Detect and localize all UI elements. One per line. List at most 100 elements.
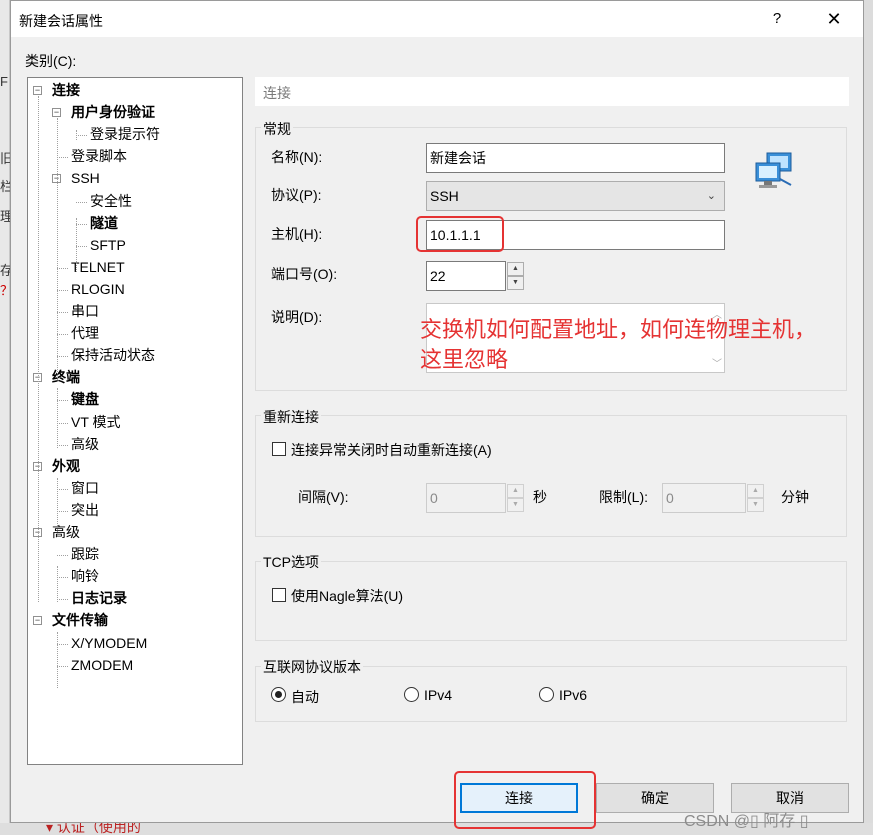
help-button[interactable]: ?: [759, 5, 795, 33]
tree-item[interactable]: TELNET: [71, 257, 125, 278]
tree-item[interactable]: 串口: [71, 301, 99, 322]
close-button[interactable]: ✕: [811, 5, 857, 33]
tree-connector: [57, 478, 58, 536]
radio-ipv6-label: IPv6: [559, 687, 588, 703]
tree-connector: [57, 400, 68, 402]
tree-item[interactable]: 跟踪: [71, 544, 99, 565]
highlight-box-connect: [454, 771, 596, 829]
tree-item[interactable]: 登录提示符: [90, 124, 160, 145]
scroll-down-icon[interactable]: ﹀: [712, 355, 722, 370]
tree-item[interactable]: 日志记录: [71, 588, 127, 609]
tree-item[interactable]: 保持活动状态: [71, 345, 155, 366]
tree-item[interactable]: SFTP: [90, 235, 126, 256]
description-label: 说明(D):: [271, 309, 323, 325]
radio-ipv4-label: IPv4: [424, 687, 453, 703]
tree-connector: [38, 96, 39, 602]
session-properties-dialog: 新建会话属性 ? ✕ 类别(C): 连接 − 用户身份验证 − 登录提示符 登录脚本 SSH…: [10, 0, 864, 830]
tree-item[interactable]: 窗口: [71, 478, 99, 499]
dialog-title: 新建会话属性: [19, 13, 103, 29]
collapse-toggle-icon[interactable]: −: [33, 616, 42, 626]
tree-item[interactable]: 登录脚本: [71, 146, 127, 167]
tree-item[interactable]: 文件传输: [52, 610, 108, 631]
tree-connector: [57, 643, 68, 645]
tree-connector: [57, 632, 58, 688]
spin-up-icon[interactable]: ▲: [507, 262, 524, 276]
tree-connector: [57, 118, 58, 382]
tree-item[interactable]: 键盘: [71, 389, 99, 410]
spin-up-icon[interactable]: ▲: [507, 484, 524, 498]
spin-up-icon[interactable]: ▲: [747, 484, 764, 498]
interval-input[interactable]: 0: [426, 483, 506, 513]
protocol-select[interactable]: SSH ⌄: [426, 181, 725, 211]
tree-connector: [57, 566, 58, 602]
tree-item[interactable]: RLOGIN: [71, 279, 125, 300]
tree-connector: [76, 130, 77, 140]
tree-connector: [57, 356, 68, 358]
panel-header: 连接: [255, 77, 849, 106]
general-group-title: 常规: [261, 119, 293, 139]
tree-connector: [57, 267, 68, 269]
category-label: 类别(C):: [25, 53, 77, 69]
host-label: 主机(H):: [271, 226, 323, 242]
radio-auto[interactable]: [271, 687, 286, 702]
highlight-box-host: [416, 216, 504, 252]
tree-item[interactable]: 连接: [52, 80, 80, 101]
tree-item[interactable]: 安全性: [90, 191, 132, 212]
tree-connector: [57, 555, 68, 557]
tree-item[interactable]: VT 模式: [71, 412, 121, 433]
nagle-label: 使用Nagle算法(U): [291, 588, 404, 604]
reconnect-group: [255, 415, 847, 537]
tree-item[interactable]: 用户身份验证: [71, 102, 155, 123]
radio-ipv4[interactable]: [404, 687, 419, 702]
spin-down-icon[interactable]: ▼: [507, 276, 524, 290]
tree-item[interactable]: 隧道: [90, 213, 118, 234]
interval-spinner[interactable]: ▲ ▼: [507, 484, 524, 512]
auto-reconnect-checkbox[interactable]: [272, 442, 286, 456]
tree-item[interactable]: 外观: [52, 456, 80, 477]
tree-connector: [76, 245, 87, 247]
tree-connector: [57, 312, 68, 313]
tree-item[interactable]: 突出: [71, 500, 99, 521]
tree-item[interactable]: SSH: [71, 168, 100, 189]
tree-connector: [57, 510, 68, 512]
spin-down-icon[interactable]: ▼: [507, 498, 524, 512]
limit-unit: 分钟: [781, 489, 809, 505]
nagle-checkbox[interactable]: [272, 588, 286, 602]
protocol-label: 协议(P):: [271, 187, 322, 203]
tree-connector: [76, 135, 87, 137]
tree-connector: [57, 334, 68, 336]
tree-item[interactable]: 代理: [71, 323, 99, 344]
collapse-toggle-icon[interactable]: −: [33, 86, 42, 95]
limit-input[interactable]: 0: [662, 483, 746, 513]
tree-connector: [57, 488, 68, 490]
computer-network-icon: [755, 152, 792, 188]
interval-label: 间隔(V):: [298, 489, 349, 505]
name-input[interactable]: 新建会话: [426, 143, 725, 173]
csdn-watermark: CSDN @▯ 阿存 ▯: [684, 813, 809, 830]
tree-item[interactable]: ZMODEM: [71, 655, 133, 676]
tree-item[interactable]: X/YMODEM: [71, 633, 147, 654]
panel-header-title: 连接: [263, 85, 291, 101]
auto-reconnect-label: 连接异常关闭时自动重新连接(A): [291, 442, 492, 458]
port-spinner[interactable]: ▲ ▼: [507, 262, 524, 290]
bg-bottom-text: ▾ 认证（使用的: [46, 823, 141, 835]
tree-connector: [76, 218, 77, 272]
tree-item[interactable]: 高级: [71, 434, 99, 455]
chevron-down-icon: ⌄: [706, 190, 716, 202]
radio-ipv6[interactable]: [539, 687, 554, 702]
tree-item[interactable]: 响铃: [71, 566, 99, 587]
tree-connector: [57, 422, 68, 424]
limit-spinner[interactable]: ▲ ▼: [747, 484, 764, 512]
tree-connector: [57, 388, 58, 448]
port-label: 端口号(O):: [271, 266, 338, 282]
radio-auto-label: 自动: [291, 689, 319, 705]
collapse-toggle-icon[interactable]: −: [52, 108, 61, 118]
annotation-line-1: 交换机如何配置地址，如何连物理主机，: [420, 317, 817, 342]
port-input[interactable]: 22: [426, 261, 506, 291]
spin-down-icon[interactable]: ▼: [747, 498, 764, 512]
tree-connector: [57, 289, 68, 291]
tree-connector: [57, 444, 68, 446]
category-tree[interactable]: 连接 − 用户身份验证 − 登录提示符 登录脚本 SSH − 安全性 隧道 SFTP TELNET RL…: [27, 77, 243, 765]
annotation-line-2: 这里忽略: [420, 347, 509, 372]
protocol-value: SSH: [430, 188, 459, 204]
